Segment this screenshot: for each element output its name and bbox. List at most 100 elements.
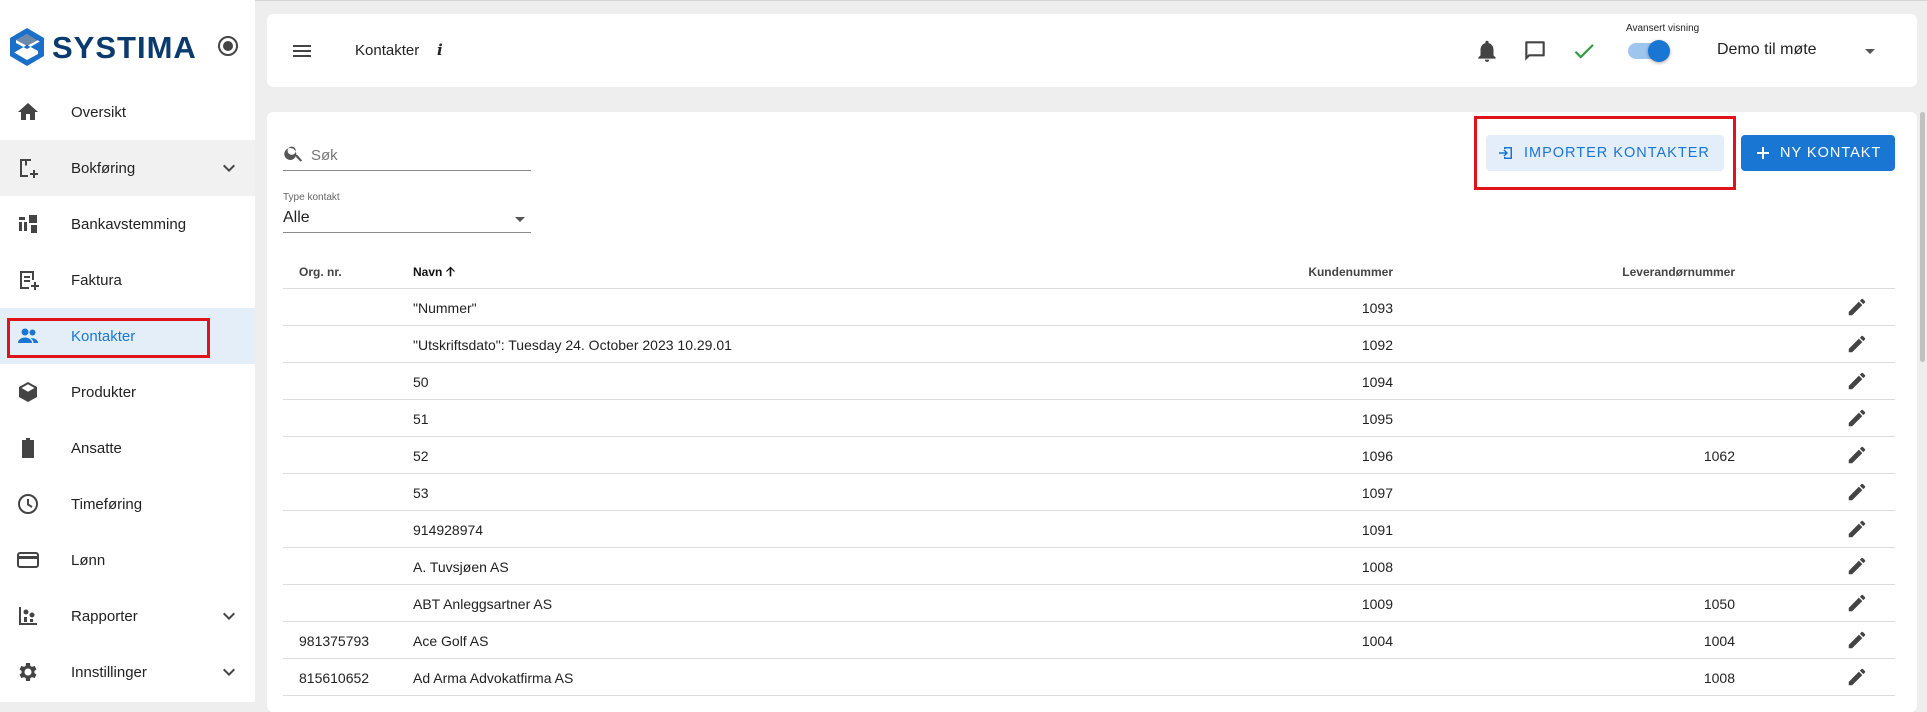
table-row[interactable]: 981375793 Ace Golf AS 1004 1004 xyxy=(283,622,1895,659)
edit-pencil-icon[interactable] xyxy=(1846,370,1868,392)
systima-logo[interactable]: SYSTIMA xyxy=(10,26,197,70)
cell-navn: 50 xyxy=(413,374,429,390)
column-header-navn-label: Navn xyxy=(413,265,443,279)
cell-navn: ABT Anleggsartner AS xyxy=(413,596,553,612)
column-header-navn[interactable]: Navn xyxy=(413,265,457,279)
edit-pencil-icon[interactable] xyxy=(1846,592,1868,614)
sidebar-item-oversikt[interactable]: Oversikt xyxy=(0,84,255,140)
edit-pencil-icon[interactable] xyxy=(1846,518,1868,540)
scrollbar-thumb[interactable] xyxy=(1920,112,1925,362)
new-contact-label: NY KONTAKT xyxy=(1780,145,1882,161)
card-icon xyxy=(17,552,39,568)
bell-icon[interactable] xyxy=(1474,38,1500,64)
cell-kunde: 1092 xyxy=(1361,337,1393,353)
cell-kunde: 1095 xyxy=(1361,411,1393,427)
brand-name: SYSTIMA xyxy=(52,30,197,65)
table-row[interactable]: ABT Anleggsartner AS 1009 1050 xyxy=(283,585,1895,622)
cell-kunde: 1008 xyxy=(1361,559,1393,575)
table-row[interactable]: A. Tuvsjøen AS 1008 xyxy=(283,548,1895,585)
page-title: Kontakter xyxy=(355,42,420,59)
chevron-down-icon[interactable] xyxy=(217,660,241,684)
plus-icon xyxy=(1757,147,1769,159)
cell-navn: Ace Golf AS xyxy=(413,633,489,649)
table-row[interactable]: 51 1095 xyxy=(283,400,1895,437)
search-input[interactable] xyxy=(309,142,528,168)
dropdown-arrow-icon xyxy=(515,217,525,222)
chat-icon[interactable] xyxy=(1522,38,1548,64)
cell-navn: 914928974 xyxy=(413,522,484,538)
invoice-icon xyxy=(20,271,39,290)
sidebar-item-label: Bokføring xyxy=(71,159,136,177)
table-row[interactable]: "Nummer" 1093 xyxy=(283,289,1895,326)
edit-pencil-icon[interactable] xyxy=(1846,629,1868,651)
sidebar-item-ansatte[interactable]: Ansatte xyxy=(0,420,255,476)
type-contact-select[interactable]: Alle xyxy=(283,206,531,233)
sidebar-item-bokforing[interactable]: Bokføring xyxy=(0,140,255,196)
gear-icon xyxy=(19,663,37,681)
clock-icon xyxy=(18,494,38,514)
cell-lev: 1062 xyxy=(1703,448,1735,464)
cell-lev: 1008 xyxy=(1703,670,1735,686)
edit-pencil-icon[interactable] xyxy=(1846,333,1868,355)
column-header-kunde[interactable]: Kundenummer xyxy=(1308,265,1393,279)
edit-pencil-icon[interactable] xyxy=(1846,407,1868,429)
home-icon xyxy=(18,103,38,120)
cell-navn: "Utskriftsdato": Tuesday 24. October 202… xyxy=(413,337,732,353)
toggle-thumb xyxy=(1648,40,1670,62)
cell-kunde: 1093 xyxy=(1361,300,1393,316)
edit-pencil-icon[interactable] xyxy=(1846,296,1868,318)
table-row[interactable]: "Utskriftsdato": Tuesday 24. October 202… xyxy=(283,326,1895,363)
sidebar-item-lonn[interactable]: Lønn xyxy=(0,532,255,588)
cell-kunde: 1004 xyxy=(1361,633,1393,649)
company-dropdown-arrow-icon[interactable] xyxy=(1865,49,1875,54)
hamburger-menu-icon[interactable] xyxy=(290,39,314,63)
table-header: Org. nr. Navn Kundenummer Leverandørnumm… xyxy=(283,256,1895,289)
systima-logo-icon xyxy=(10,28,44,66)
chevron-down-icon[interactable] xyxy=(217,156,241,180)
edit-pencil-icon[interactable] xyxy=(1846,444,1868,466)
cell-kunde: 1009 xyxy=(1361,596,1393,612)
cell-kunde: 1091 xyxy=(1361,522,1393,538)
column-header-org[interactable]: Org. nr. xyxy=(299,265,342,279)
sidebar-item-label: Innstillinger xyxy=(71,663,147,681)
advanced-view-toggle[interactable] xyxy=(1626,40,1670,62)
cell-org: 815610652 xyxy=(299,670,370,686)
new-contact-button[interactable]: NY KONTAKT xyxy=(1741,135,1895,171)
search-field[interactable] xyxy=(283,142,531,171)
sidebar-item-produkter[interactable]: Produkter xyxy=(0,364,255,420)
table-row[interactable]: 53 1097 xyxy=(283,474,1895,511)
cell-kunde: 1094 xyxy=(1361,374,1393,390)
sidebar-item-label: Bankavstemming xyxy=(71,215,187,233)
sidebar-item-faktura[interactable]: Faktura xyxy=(0,252,255,308)
cell-navn: A. Tuvsjøen AS xyxy=(413,559,509,575)
info-icon[interactable]: i xyxy=(437,41,443,59)
sidebar-item-bankavstemming[interactable]: Bankavstemming xyxy=(0,196,255,252)
radio-button-icon[interactable] xyxy=(218,36,238,56)
cell-org: 981375793 xyxy=(299,633,370,649)
table-row[interactable]: 52 1096 1062 xyxy=(283,437,1895,474)
contacts-card: Type kontakt Alle IMPORTER KONTAKTER NY … xyxy=(267,112,1917,712)
edit-pencil-icon[interactable] xyxy=(1846,666,1868,688)
table-row[interactable]: 815610652 Ad Arma Advokatfirma AS 1008 xyxy=(283,659,1895,696)
table-row[interactable]: 50 1094 xyxy=(283,363,1895,400)
sidebar-item-timeforing[interactable]: Timeføring xyxy=(0,476,255,532)
chevron-down-icon[interactable] xyxy=(217,604,241,628)
table-row[interactable]: 914928974 1091 xyxy=(283,511,1895,548)
cell-kunde: 1096 xyxy=(1361,448,1393,464)
column-header-lev[interactable]: Leverandørnummer xyxy=(1622,265,1735,279)
bank-reconcile-icon xyxy=(19,215,37,233)
highlight-box-import xyxy=(1474,116,1736,190)
sidebar-item-label: Ansatte xyxy=(71,439,122,457)
type-contact-label: Type kontakt xyxy=(283,192,340,203)
sidebar-item-rapporter[interactable]: Rapporter xyxy=(0,588,255,644)
edit-pencil-icon[interactable] xyxy=(1846,481,1868,503)
sidebar-item-innstillinger[interactable]: Innstillinger xyxy=(0,644,255,700)
edit-pencil-icon[interactable] xyxy=(1846,555,1868,577)
company-selector[interactable]: Demo til møte xyxy=(1717,41,1817,59)
check-icon[interactable] xyxy=(1571,38,1597,64)
sidebar-item-label: Produkter xyxy=(71,383,137,401)
table-body: "Nummer" 1093 "Utskriftsdato": Tuesday 24.… xyxy=(283,289,1895,696)
highlight-box-kontakter xyxy=(7,318,210,358)
reports-icon xyxy=(19,607,37,625)
cell-lev: 1050 xyxy=(1703,596,1735,612)
